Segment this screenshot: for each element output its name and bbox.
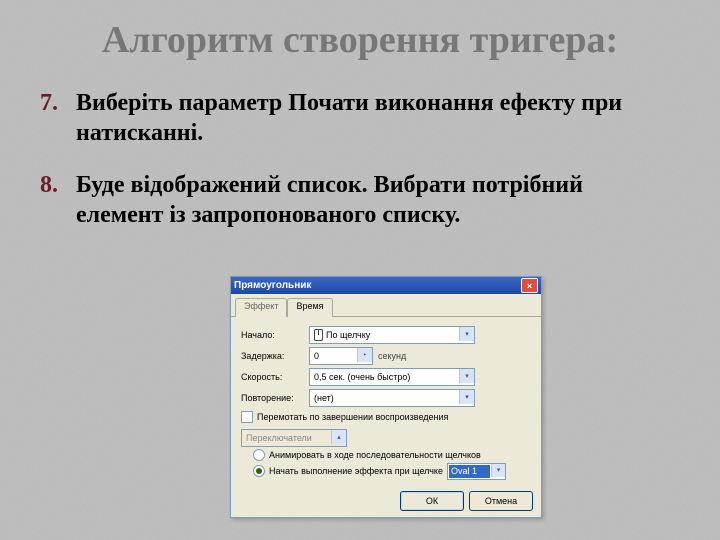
dialog-footer: ОК Отмена bbox=[400, 491, 533, 511]
checkbox-icon bbox=[241, 411, 253, 423]
radio-icon-selected bbox=[253, 465, 265, 477]
radio-sequence[interactable]: Анимировать в ходе последовательности ще… bbox=[241, 447, 531, 463]
chevron-down-icon: ▾ bbox=[459, 390, 474, 404]
chevron-down-icon: ▾ bbox=[459, 327, 474, 341]
list-item: 7. Виберіть параметр Почати виконання еф… bbox=[40, 88, 670, 148]
cancel-button[interactable]: Отмена bbox=[469, 491, 533, 511]
radio-click-label: Начать выполнение эффекта при щелчке bbox=[269, 466, 443, 476]
delay-value: 0 bbox=[314, 351, 319, 361]
chevron-down-icon: ▾ bbox=[459, 369, 474, 383]
label-delay: Задержка: bbox=[241, 351, 309, 361]
item-text: Буде відображений список. Вибрати потріб… bbox=[76, 170, 670, 230]
dialog-body: Начало: По щелчку ▾ Задержка: 0 ‣ секунд… bbox=[231, 317, 541, 487]
slide-title: Алгоритм створення тригера: bbox=[0, 18, 720, 62]
collapse-icon: ▴ bbox=[331, 430, 346, 444]
speed-combo[interactable]: 0,5 сек. (очень быстро) ▾ bbox=[309, 368, 475, 386]
delay-spinner[interactable]: 0 ‣ bbox=[309, 347, 373, 365]
tab-effect[interactable]: Эффект bbox=[235, 298, 287, 317]
start-value: По щелчку bbox=[326, 330, 370, 340]
ok-button[interactable]: ОК bbox=[400, 491, 464, 511]
list-item: 8. Буде відображений список. Вибрати пот… bbox=[40, 170, 670, 230]
radio-sequence-label: Анимировать в ходе последовательности ще… bbox=[269, 450, 481, 460]
triggers-label: Переключатели bbox=[246, 433, 312, 443]
click-target-combo[interactable]: Oval 1 ▾ bbox=[447, 463, 506, 480]
delay-unit: секунд bbox=[378, 351, 406, 361]
repeat-combo[interactable]: (нет) ▾ bbox=[309, 389, 475, 407]
close-icon[interactable]: × bbox=[521, 278, 538, 293]
tab-time[interactable]: Время bbox=[287, 298, 332, 317]
mouse-icon bbox=[314, 329, 323, 341]
label-repeat: Повторение: bbox=[241, 393, 309, 403]
ordered-list: 7. Виберіть параметр Почати виконання еф… bbox=[40, 88, 670, 252]
item-number: 7. bbox=[40, 88, 76, 148]
triggers-button[interactable]: Переключатели ▴ bbox=[241, 429, 347, 447]
spinner-icon: ‣ bbox=[357, 348, 372, 362]
radio-icon bbox=[253, 449, 265, 461]
radio-on-click[interactable]: Начать выполнение эффекта при щелчке Ova… bbox=[241, 463, 531, 479]
click-target-value: Oval 1 bbox=[449, 465, 490, 478]
dialog-titlebar[interactable]: Прямоугольник × bbox=[231, 277, 541, 294]
dialog-title: Прямоугольник bbox=[234, 280, 521, 291]
chevron-down-icon: ▾ bbox=[491, 464, 505, 477]
tab-strip: Эффект Время bbox=[231, 294, 541, 317]
rewind-label: Перемотать по завершении воспроизведения bbox=[257, 412, 448, 422]
label-start: Начало: bbox=[241, 330, 309, 340]
repeat-value: (нет) bbox=[314, 393, 334, 403]
speed-value: 0,5 сек. (очень быстро) bbox=[314, 372, 410, 382]
item-text: Виберіть параметр Почати виконання ефект… bbox=[76, 88, 670, 148]
item-number: 8. bbox=[40, 170, 76, 230]
start-combo[interactable]: По щелчку ▾ bbox=[309, 326, 475, 344]
rewind-checkbox[interactable]: Перемотать по завершении воспроизведения bbox=[241, 409, 531, 425]
label-speed: Скорость: bbox=[241, 372, 309, 382]
dialog-rectangle: Прямоугольник × Эффект Время Начало: По … bbox=[230, 276, 542, 518]
